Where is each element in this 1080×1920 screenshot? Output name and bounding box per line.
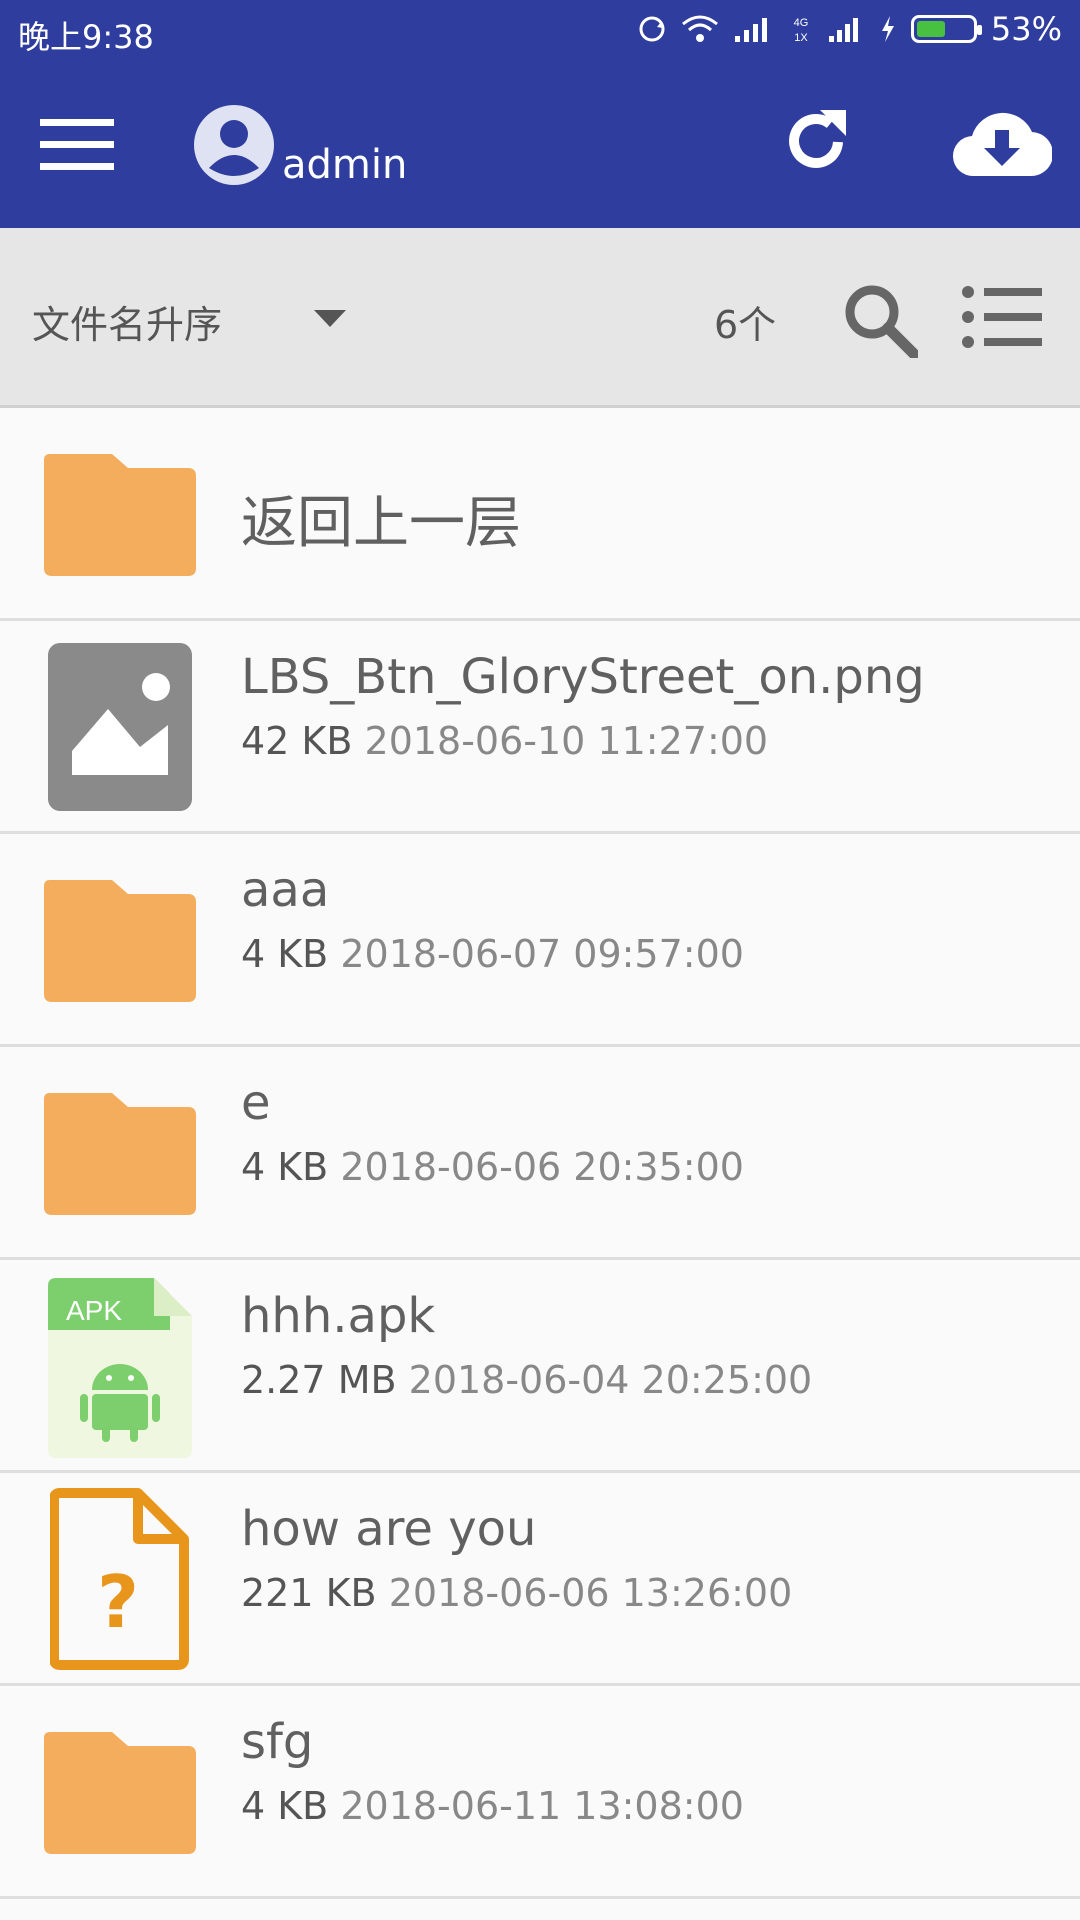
signal-4g-icon [734,18,767,42]
parent-directory-row[interactable]: 返回上一层 [0,408,1080,621]
file-meta: 4 KB 2018-06-06 20:35:00 [241,1145,744,1189]
search-icon[interactable] [842,282,918,358]
file-date: 2018-06-04 20:25:00 [408,1358,813,1402]
folder-icon [44,1732,196,1854]
file-meta: 221 KB 2018-06-06 13:26:00 [241,1571,792,1615]
file-row[interactable]: e 4 KB 2018-06-06 20:35:00 [0,1047,1080,1260]
network-type-icon: 4G1X [794,17,809,44]
file-meta: 4 KB 2018-06-11 13:08:00 [241,1784,744,1828]
image-file-icon [48,643,192,811]
username-label[interactable]: admin [282,142,407,188]
folder-icon [44,880,196,1002]
svg-text:4G: 4G [794,17,809,29]
list-view-icon[interactable] [962,286,1042,348]
svg-text:1X: 1X [794,32,808,44]
app-bar: admin [0,62,1080,228]
file-date: 2018-06-07 09:57:00 [340,932,744,976]
chevron-down-icon[interactable] [314,310,346,328]
file-size: 42 KB [241,719,353,763]
sort-toolbar: 文件名升序 6个 [0,228,1080,408]
sort-dropdown-label[interactable]: 文件名升序 [32,294,222,349]
file-name: e [241,1075,271,1131]
file-meta: 42 KB 2018-06-10 11:27:00 [241,719,768,763]
apk-label: APK [66,1295,122,1326]
file-size: 221 KB [241,1571,377,1615]
file-row[interactable]: ? how are you 221 KB 2018-06-06 13:26:00 [0,1473,1080,1686]
refresh-icon[interactable] [780,106,852,178]
file-row[interactable]: aaa 4 KB 2018-06-07 09:57:00 [0,834,1080,1047]
file-date: 2018-06-06 13:26:00 [388,1571,793,1615]
file-meta: 2.27 MB 2018-06-04 20:25:00 [241,1358,812,1402]
apk-file-icon: APK [48,1278,192,1458]
file-size: 2.27 MB [241,1358,397,1402]
file-date: 2018-06-06 20:35:00 [340,1145,744,1189]
folder-icon [44,1093,196,1215]
file-list: 返回上一层 LBS_Btn_GloryStreet_on.png 42 KB 2… [0,408,1080,1899]
file-size: 4 KB [241,1145,329,1189]
folder-icon [44,454,196,576]
battery-percent: 53% [990,10,1062,48]
parent-directory-label: 返回上一层 [241,491,521,556]
charging-icon [881,16,894,42]
file-row[interactable]: sfg 4 KB 2018-06-11 13:08:00 [0,1686,1080,1899]
status-bar: 晚上9:38 4G 1X 53% [0,0,1080,62]
status-time: 晚上9:38 [18,18,154,56]
file-row[interactable]: LBS_Btn_GloryStreet_on.png 42 KB 2018-06… [0,621,1080,834]
file-name: LBS_Btn_GloryStreet_on.png [241,649,925,705]
file-size: 4 KB [241,1784,329,1828]
file-row[interactable]: APK hhh.apk 2.27 MB 2018-06-04 20:25:00 [0,1260,1080,1473]
sync-icon [639,16,665,42]
file-date: 2018-06-11 13:08:00 [340,1784,744,1828]
file-name: sfg [241,1714,314,1770]
status-icons: 4G 1X 53% [637,10,1062,48]
file-count: 6个 [714,303,777,347]
signal-1x-icon [828,18,858,42]
file-name: aaa [241,862,330,918]
menu-icon[interactable] [40,117,116,173]
file-name: hhh.apk [241,1288,436,1344]
file-name: how are you [241,1501,537,1557]
wifi-icon [681,15,718,42]
svg-text:?: ? [97,1560,139,1644]
cloud-download-icon[interactable] [952,110,1052,180]
file-meta: 4 KB 2018-06-07 09:57:00 [241,932,744,976]
file-size: 4 KB [241,932,329,976]
battery-icon [910,15,982,43]
account-icon[interactable] [193,104,275,186]
unknown-file-icon: ? [50,1488,189,1670]
file-date: 2018-06-10 11:27:00 [364,719,769,763]
